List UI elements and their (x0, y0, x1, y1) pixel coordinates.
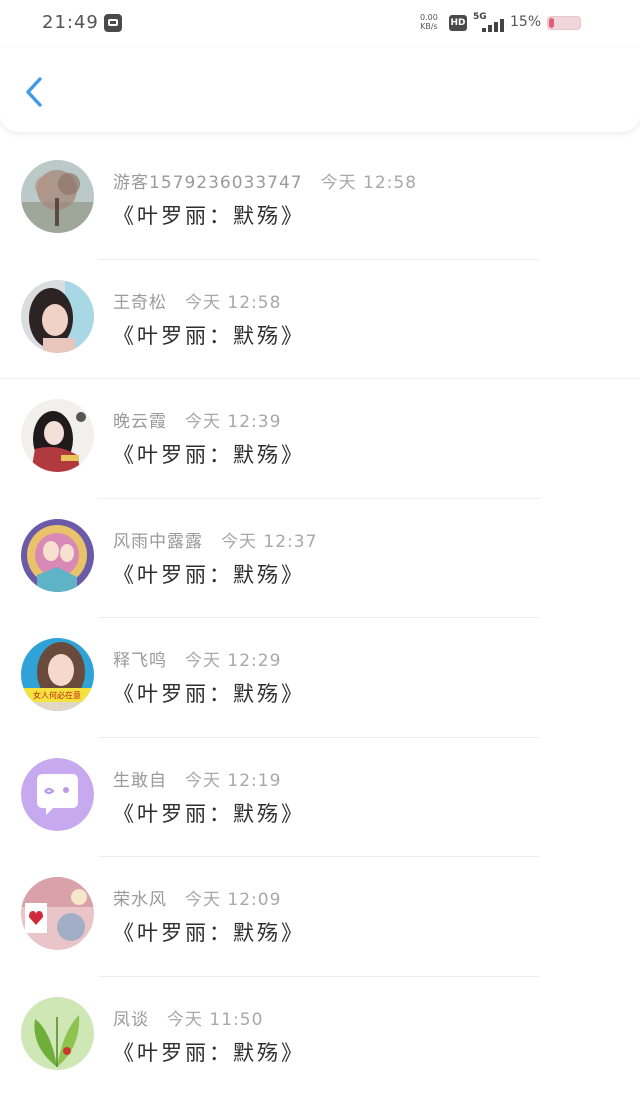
sender-name: 晚云霞 (113, 412, 167, 432)
sender-name: 释飞鸣 (113, 651, 167, 671)
message-time: 今天 11:50 (167, 1010, 263, 1030)
battery-percent: 15% (510, 14, 541, 30)
list-item[interactable]: 王奇松今天 12:58 《叶罗丽：默殇》 (0, 260, 640, 380)
sender-line: 风雨中露露今天 12:37 (113, 527, 317, 552)
message-time: 今天 12:09 (185, 890, 281, 910)
sender-name: 生敢自 (113, 771, 167, 791)
message-time: 今天 12:37 (221, 532, 317, 552)
message-text: 《叶罗丽：默殇》 (113, 559, 305, 589)
list-item[interactable]: 荣水风今天 12:09 《叶罗丽：默殇》 (0, 857, 640, 977)
network-speed: 0.00 KB/s (420, 13, 438, 31)
battery-icon (547, 16, 581, 30)
message-time: 今天 12:58 (185, 293, 281, 313)
list-item[interactable]: 凤谈今天 11:50 《叶罗丽：默殇》 (0, 977, 640, 1096)
message-time: 今天 12:58 (321, 173, 417, 193)
message-text: 《叶罗丽：默殇》 (113, 678, 305, 708)
avatar-caption: 女人何必在意 (33, 690, 81, 700)
message-text: 《叶罗丽：默殇》 (113, 798, 305, 828)
avatar[interactable] (21, 160, 94, 233)
status-bar: 21:49 0.00 KB/s HD 5G 15% (0, 0, 640, 48)
chevron-left-icon (18, 70, 54, 114)
avatar[interactable] (21, 758, 94, 831)
message-time: 今天 12:19 (185, 771, 281, 791)
top-navigation-bar (0, 48, 640, 132)
notification-app-icon (104, 14, 122, 32)
sender-line: 释飞鸣今天 12:29 (113, 646, 281, 671)
sender-name: 凤谈 (113, 1010, 149, 1030)
message-text: 《叶罗丽：默殇》 (113, 320, 305, 350)
avatar[interactable] (21, 280, 94, 353)
sender-name: 风雨中露露 (113, 532, 203, 552)
avatar[interactable] (21, 997, 94, 1070)
sender-name: 荣水风 (113, 890, 167, 910)
back-button[interactable] (18, 70, 54, 114)
list-item[interactable]: 风雨中露露今天 12:37 《叶罗丽：默殇》 (0, 499, 640, 619)
sender-line: 游客15792360337​47 今天 12:58 (113, 168, 417, 193)
list-item[interactable]: 晚云霞今天 12:39 《叶罗丽：默殇》 (0, 379, 640, 499)
list-item[interactable]: 游客15792360337​47 今天 12:58 《叶罗丽：默殇》 (0, 140, 640, 260)
hd-badge-icon: HD (449, 15, 467, 31)
message-list: 游客15792360337​47今天 12:58 《叶罗丽：默殇》 王奇松今天 … (0, 140, 640, 1096)
sender-line: 王奇松今天 12:58 (113, 288, 281, 313)
message-text: 《叶罗丽：默殇》 (113, 1037, 305, 1067)
avatar[interactable] (21, 519, 94, 592)
avatar[interactable]: 女人何必在意 (21, 638, 94, 711)
avatar[interactable] (21, 399, 94, 472)
sender-line: 生敢自今天 12:19 (113, 766, 281, 791)
sender-line: 荣水风今天 12:09 (113, 885, 281, 910)
list-item[interactable]: 生敢自今天 12:19 《叶罗丽：默殇》 (0, 738, 640, 858)
list-item[interactable]: 女人何必在意 释飞鸣今天 12:29 《叶罗丽：默殇》 (0, 618, 640, 738)
sender-line: 晚云霞今天 12:39 (113, 407, 281, 432)
sender-line: 凤谈今天 11:50 (113, 1005, 263, 1030)
avatar[interactable] (21, 877, 94, 950)
message-time: 今天 12:39 (185, 412, 281, 432)
status-time: 21:49 (42, 12, 99, 33)
signal-strength-icon (482, 18, 504, 32)
message-text: 《叶罗丽：默殇》 (113, 439, 305, 469)
sender-name: 游客15792360337​47 (113, 173, 303, 193)
message-text: 《叶罗丽：默殇》 (113, 200, 305, 230)
message-text: 《叶罗丽：默殇》 (113, 917, 305, 947)
message-time: 今天 12:29 (185, 651, 281, 671)
sender-name: 王奇松 (113, 293, 167, 313)
